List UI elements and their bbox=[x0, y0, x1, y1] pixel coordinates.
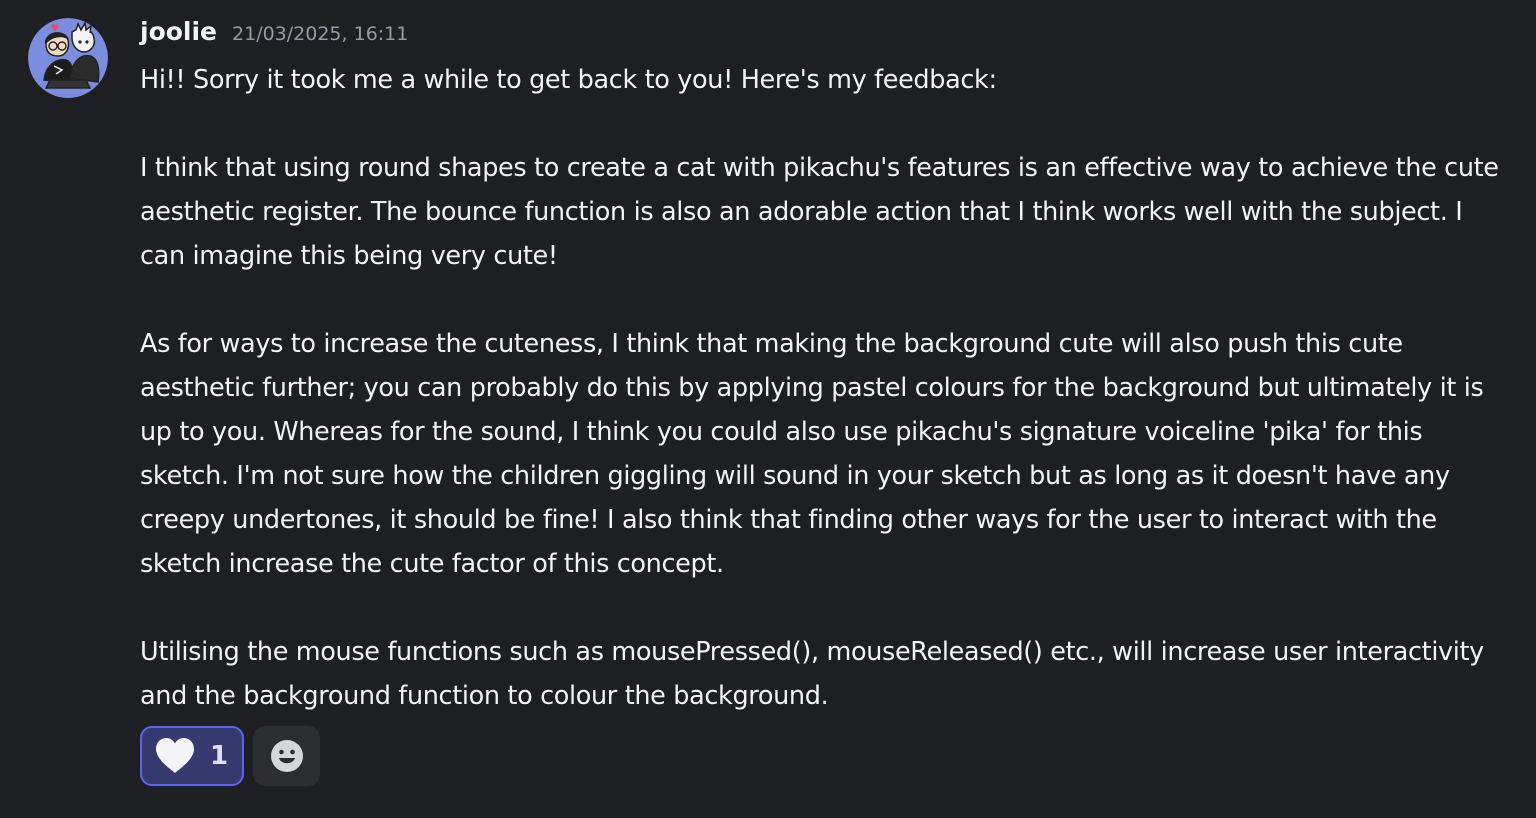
message-header: joolie 21/03/2025, 16:11 bbox=[140, 17, 408, 57]
smiley-face-icon bbox=[270, 740, 303, 772]
message-paragraph: As for ways to increase the cuteness, I … bbox=[140, 329, 1484, 579]
message-timestamp: 21/03/2025, 16:11 bbox=[232, 23, 409, 45]
avatar-illustration bbox=[28, 18, 108, 98]
user-avatar[interactable] bbox=[28, 18, 108, 98]
username[interactable]: joolie bbox=[140, 17, 217, 46]
message-paragraph: Utilising the mouse functions such as mo… bbox=[140, 637, 1484, 711]
message-content: Hi!! Sorry it took me a while to get bac… bbox=[140, 58, 1510, 718]
heart-reaction-button[interactable]: 1 bbox=[140, 726, 244, 786]
heart-icon bbox=[156, 738, 194, 773]
message-paragraph: I think that using round shapes to creat… bbox=[140, 153, 1499, 271]
message-paragraph: Hi!! Sorry it took me a while to get bac… bbox=[140, 65, 997, 95]
chat-message: joolie 21/03/2025, 16:11 Hi!! Sorry it t… bbox=[0, 0, 1536, 818]
reactions-bar: 1 bbox=[140, 726, 320, 786]
add-reaction-button[interactable] bbox=[253, 726, 320, 786]
reaction-count: 1 bbox=[210, 741, 229, 771]
